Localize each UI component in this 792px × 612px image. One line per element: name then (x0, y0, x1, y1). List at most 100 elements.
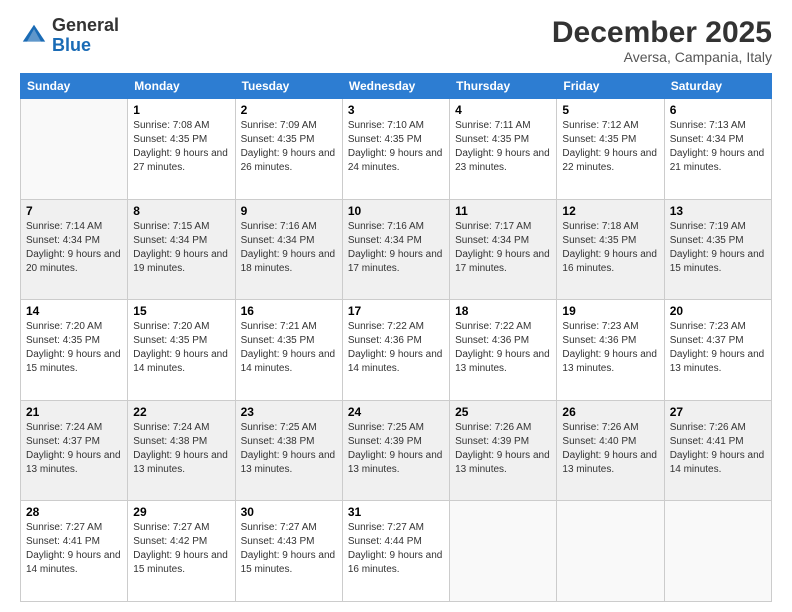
calendar-cell: 2 Sunrise: 7:09 AMSunset: 4:35 PMDaylight… (235, 99, 342, 200)
day-info: Sunrise: 7:23 AMSunset: 4:37 PMDaylight:… (670, 320, 766, 376)
day-number: 21 (26, 405, 122, 419)
day-number: 30 (241, 505, 337, 519)
calendar-cell: 9 Sunrise: 7:16 AMSunset: 4:34 PMDaylight… (235, 199, 342, 300)
day-info: Sunrise: 7:20 AMSunset: 4:35 PMDaylight:… (26, 320, 122, 376)
calendar-cell: 17Sunrise: 7:22 AMSunset: 4:36 PMDayligh… (342, 300, 449, 401)
day-number: 3 (348, 103, 444, 117)
calendar-cell (664, 501, 771, 602)
day-number: 18 (455, 304, 551, 318)
day-number: 22 (133, 405, 229, 419)
calendar-cell (21, 99, 128, 200)
day-info: Sunrise: 7:27 AMSunset: 4:41 PMDaylight:… (26, 521, 122, 577)
day-info: Sunrise: 7:21 AMSunset: 4:35 PMDaylight:… (241, 320, 337, 376)
weekday-header-saturday: Saturday (664, 74, 771, 99)
day-info: Sunrise: 7:20 AMSunset: 4:35 PMDaylight:… (133, 320, 229, 376)
calendar-cell: 22 Sunrise: 7:24 AMSunset: 4:38 PMDayligh… (128, 400, 235, 501)
day-number: 13 (670, 204, 766, 218)
day-info: Sunrise: 7:10 AMSunset: 4:35 PMDaylight:… (348, 119, 444, 175)
day-number: 31 (348, 505, 444, 519)
day-info: Sunrise: 7:22 AMSunset: 4:36 PMDaylight:… (455, 320, 551, 376)
calendar-cell: 5Sunrise: 7:12 AMSunset: 4:35 PMDaylight… (557, 99, 664, 200)
calendar-week-row: 7Sunrise: 7:14 AMSunset: 4:34 PMDaylight… (21, 199, 772, 300)
day-info: Sunrise: 7:27 AMSunset: 4:43 PMDaylight:… (241, 521, 337, 577)
day-info: Sunrise: 7:18 AMSunset: 4:35 PMDaylight:… (562, 220, 658, 276)
calendar-week-row: 14 Sunrise: 7:20 AMSunset: 4:35 PMDayligh… (21, 300, 772, 401)
calendar-cell: 3 Sunrise: 7:10 AMSunset: 4:35 PMDaylight… (342, 99, 449, 200)
day-info: Sunrise: 7:24 AMSunset: 4:37 PMDaylight:… (26, 421, 122, 477)
calendar-cell: 30 Sunrise: 7:27 AMSunset: 4:43 PMDayligh… (235, 501, 342, 602)
weekday-header-friday: Friday (557, 74, 664, 99)
day-info: Sunrise: 7:16 AMSunset: 4:34 PMDaylight:… (348, 220, 444, 276)
day-number: 26 (562, 405, 658, 419)
calendar-table: SundayMondayTuesdayWednesdayThursdayFrid… (20, 73, 772, 602)
month-title: December 2025 (552, 16, 772, 49)
day-number: 14 (26, 304, 122, 318)
calendar-cell (450, 501, 557, 602)
day-info: Sunrise: 7:26 AMSunset: 4:40 PMDaylight:… (562, 421, 658, 477)
day-number: 1 (133, 103, 229, 117)
day-number: 7 (26, 204, 122, 218)
day-info: Sunrise: 7:09 AMSunset: 4:35 PMDaylight:… (241, 119, 337, 175)
calendar-cell: 31 Sunrise: 7:27 AMSunset: 4:44 PMDayligh… (342, 501, 449, 602)
calendar-cell: 21 Sunrise: 7:24 AMSunset: 4:37 PMDayligh… (21, 400, 128, 501)
day-number: 15 (133, 304, 229, 318)
day-info: Sunrise: 7:27 AMSunset: 4:44 PMDaylight:… (348, 521, 444, 577)
day-number: 9 (241, 204, 337, 218)
header: General Blue December 2025 Aversa, Campa… (20, 16, 772, 65)
calendar-cell: 1Sunrise: 7:08 AMSunset: 4:35 PMDaylight… (128, 99, 235, 200)
calendar-cell: 26 Sunrise: 7:26 AMSunset: 4:40 PMDayligh… (557, 400, 664, 501)
day-info: Sunrise: 7:27 AMSunset: 4:42 PMDaylight:… (133, 521, 229, 577)
day-number: 28 (26, 505, 122, 519)
calendar-cell: 10 Sunrise: 7:16 AMSunset: 4:34 PMDayligh… (342, 199, 449, 300)
weekday-header-sunday: Sunday (21, 74, 128, 99)
day-info: Sunrise: 7:22 AMSunset: 4:36 PMDaylight:… (348, 320, 444, 376)
day-info: Sunrise: 7:16 AMSunset: 4:34 PMDaylight:… (241, 220, 337, 276)
day-info: Sunrise: 7:11 AMSunset: 4:35 PMDaylight:… (455, 119, 551, 175)
calendar-cell: 8Sunrise: 7:15 AMSunset: 4:34 PMDaylight… (128, 199, 235, 300)
calendar-week-row: 1Sunrise: 7:08 AMSunset: 4:35 PMDaylight… (21, 99, 772, 200)
calendar-week-row: 28 Sunrise: 7:27 AMSunset: 4:41 PMDayligh… (21, 501, 772, 602)
day-info: Sunrise: 7:25 AMSunset: 4:39 PMDaylight:… (348, 421, 444, 477)
day-number: 6 (670, 103, 766, 117)
calendar-cell: 14 Sunrise: 7:20 AMSunset: 4:35 PMDayligh… (21, 300, 128, 401)
day-number: 12 (562, 204, 658, 218)
logo-text: General Blue (52, 16, 119, 56)
location: Aversa, Campania, Italy (552, 49, 772, 65)
weekday-header-monday: Monday (128, 74, 235, 99)
day-number: 10 (348, 204, 444, 218)
day-info: Sunrise: 7:17 AMSunset: 4:34 PMDaylight:… (455, 220, 551, 276)
calendar-cell: 6 Sunrise: 7:13 AMSunset: 4:34 PMDaylight… (664, 99, 771, 200)
page: General Blue December 2025 Aversa, Campa… (0, 0, 792, 612)
calendar-cell: 27Sunrise: 7:26 AMSunset: 4:41 PMDayligh… (664, 400, 771, 501)
day-info: Sunrise: 7:13 AMSunset: 4:34 PMDaylight:… (670, 119, 766, 175)
calendar-cell: 16Sunrise: 7:21 AMSunset: 4:35 PMDayligh… (235, 300, 342, 401)
day-info: Sunrise: 7:24 AMSunset: 4:38 PMDaylight:… (133, 421, 229, 477)
day-number: 19 (562, 304, 658, 318)
day-info: Sunrise: 7:15 AMSunset: 4:34 PMDaylight:… (133, 220, 229, 276)
calendar-cell: 11 Sunrise: 7:17 AMSunset: 4:34 PMDayligh… (450, 199, 557, 300)
logo-general: General (52, 15, 119, 35)
calendar-cell: 29 Sunrise: 7:27 AMSunset: 4:42 PMDayligh… (128, 501, 235, 602)
day-number: 11 (455, 204, 551, 218)
weekday-header-thursday: Thursday (450, 74, 557, 99)
day-number: 20 (670, 304, 766, 318)
calendar-week-row: 21 Sunrise: 7:24 AMSunset: 4:37 PMDayligh… (21, 400, 772, 501)
calendar-cell: 23 Sunrise: 7:25 AMSunset: 4:38 PMDayligh… (235, 400, 342, 501)
logo: General Blue (20, 16, 119, 56)
day-info: Sunrise: 7:26 AMSunset: 4:41 PMDaylight:… (670, 421, 766, 477)
day-info: Sunrise: 7:23 AMSunset: 4:36 PMDaylight:… (562, 320, 658, 376)
calendar-cell (557, 501, 664, 602)
day-number: 23 (241, 405, 337, 419)
day-info: Sunrise: 7:19 AMSunset: 4:35 PMDaylight:… (670, 220, 766, 276)
logo-blue: Blue (52, 35, 91, 55)
day-number: 29 (133, 505, 229, 519)
calendar-cell: 28 Sunrise: 7:27 AMSunset: 4:41 PMDayligh… (21, 501, 128, 602)
day-number: 2 (241, 103, 337, 117)
day-info: Sunrise: 7:26 AMSunset: 4:39 PMDaylight:… (455, 421, 551, 477)
day-info: Sunrise: 7:25 AMSunset: 4:38 PMDaylight:… (241, 421, 337, 477)
calendar-cell: 4Sunrise: 7:11 AMSunset: 4:35 PMDaylight… (450, 99, 557, 200)
calendar-cell: 12 Sunrise: 7:18 AMSunset: 4:35 PMDayligh… (557, 199, 664, 300)
day-info: Sunrise: 7:12 AMSunset: 4:35 PMDaylight:… (562, 119, 658, 175)
day-number: 25 (455, 405, 551, 419)
calendar-cell: 19 Sunrise: 7:23 AMSunset: 4:36 PMDayligh… (557, 300, 664, 401)
